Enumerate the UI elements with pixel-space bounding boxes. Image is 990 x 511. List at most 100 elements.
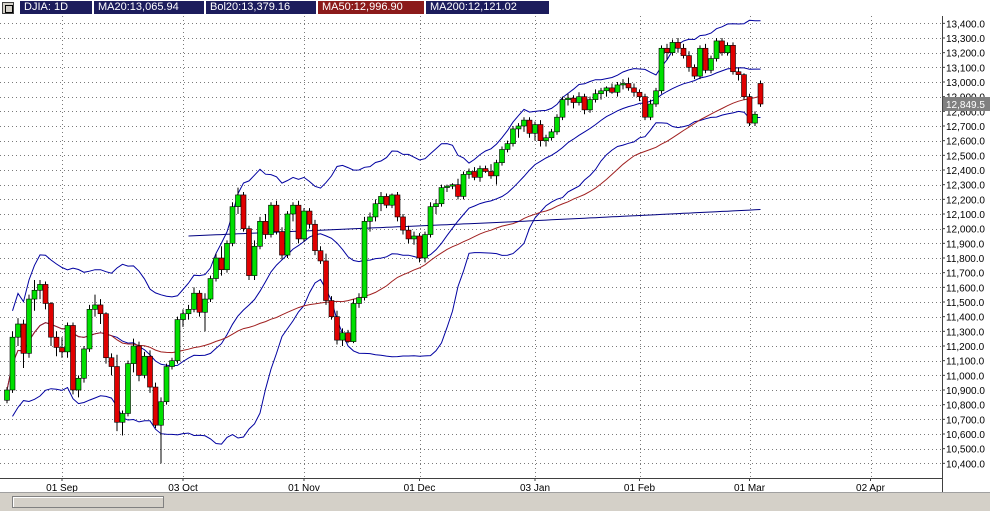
candle-body xyxy=(664,47,670,53)
legend-ma20[interactable]: MA20:13,065.94 xyxy=(94,1,204,14)
candle-body xyxy=(372,203,379,218)
candle-body xyxy=(702,47,709,71)
candle-body xyxy=(625,83,632,89)
candle-body xyxy=(257,221,263,247)
candle-body xyxy=(207,278,214,300)
candle-body xyxy=(543,137,549,141)
candle-body xyxy=(526,119,533,134)
x-tick-label: 01 Feb xyxy=(624,483,656,492)
y-tick-label: 13,300.0 xyxy=(946,34,985,45)
candle xyxy=(301,208,307,242)
horizontal-scrollbar[interactable] xyxy=(0,492,990,511)
y-tick-label: 10,600.0 xyxy=(946,430,985,441)
x-tick-label: 03 Oct xyxy=(168,483,198,492)
candle-body xyxy=(757,83,764,105)
candle-body xyxy=(174,319,181,361)
legend-ma50[interactable]: MA50:12,996.90 xyxy=(318,1,424,14)
candle xyxy=(499,146,505,166)
candle-body xyxy=(378,196,384,205)
candle-body xyxy=(493,162,500,177)
y-tick-label: 11,400.0 xyxy=(946,313,985,324)
candle xyxy=(708,55,714,74)
scrollbar-thumb[interactable] xyxy=(12,496,164,508)
candle-body xyxy=(752,113,758,124)
candle-body xyxy=(422,234,428,259)
candle xyxy=(642,93,648,121)
candle xyxy=(361,216,368,301)
candle-body xyxy=(554,116,560,133)
candle-body xyxy=(218,257,225,271)
candle-body xyxy=(103,313,109,359)
candle-body xyxy=(114,366,120,423)
candle-body xyxy=(152,386,159,426)
candle-body xyxy=(191,292,197,310)
legend-symbol[interactable]: DJIA: 1D xyxy=(20,1,92,14)
candle-body xyxy=(268,204,274,235)
candle-body xyxy=(559,99,566,118)
candle xyxy=(394,192,401,222)
candle-body xyxy=(97,304,104,315)
y-tick-label: 12,100.0 xyxy=(946,210,985,221)
candle-body xyxy=(724,45,731,53)
candle-body xyxy=(125,363,131,414)
candle-body xyxy=(158,401,164,426)
y-tick-label: 11,500.0 xyxy=(946,298,985,309)
price-chart[interactable]: 10,400.0 10,500.0 10,600.0 10,700.0 10,800.0… xyxy=(0,0,990,492)
candle-body xyxy=(394,194,401,218)
candle-body xyxy=(477,168,483,178)
candle-body xyxy=(697,47,703,77)
candle-body xyxy=(262,221,269,235)
candle xyxy=(422,231,428,263)
candle-body xyxy=(334,316,340,341)
candle xyxy=(312,219,318,256)
candle-body xyxy=(444,185,450,188)
candle xyxy=(746,93,753,126)
y-tick-label: 12,200.0 xyxy=(946,195,985,206)
candle-body xyxy=(675,42,681,49)
candle-body xyxy=(449,184,456,187)
candle xyxy=(174,316,181,364)
candle xyxy=(730,42,736,75)
legend-ma200[interactable]: MA200:12,121.02 xyxy=(426,1,549,14)
candle-body xyxy=(521,119,527,127)
candle xyxy=(147,350,153,393)
plot-area xyxy=(0,16,942,478)
candle-body xyxy=(576,96,582,103)
y-tick-label: 12,600.0 xyxy=(946,137,985,148)
candle-body xyxy=(31,289,38,300)
candle-body xyxy=(361,221,368,298)
y-tick-label: 12,400.0 xyxy=(946,166,985,177)
candle xyxy=(152,382,159,429)
y-tick-label: 12,000.0 xyxy=(946,225,985,236)
candle-body xyxy=(383,196,390,206)
y-tick-label: 11,900.0 xyxy=(946,239,985,250)
candle xyxy=(125,360,131,417)
candle xyxy=(658,45,665,94)
candle xyxy=(510,126,516,147)
candle-body xyxy=(416,235,423,259)
candle-body xyxy=(240,194,247,229)
candle-body xyxy=(455,184,461,197)
window-menu-icon[interactable] xyxy=(2,2,14,14)
candle xyxy=(653,87,659,107)
last-price-label: 12,849.5 xyxy=(946,100,985,111)
y-tick-label: 10,800.0 xyxy=(946,401,985,412)
legend-bol20[interactable]: Bol20:13,379.16 xyxy=(206,1,316,14)
y-tick-label: 11,200.0 xyxy=(946,342,985,353)
candle-body xyxy=(229,206,236,244)
candle-body xyxy=(37,284,43,291)
candle-body xyxy=(306,210,313,225)
candle-body xyxy=(163,366,170,403)
candle-body xyxy=(312,223,318,251)
candle xyxy=(229,202,236,247)
candle-body xyxy=(295,204,302,240)
candle xyxy=(268,202,274,238)
y-tick-label: 13,400.0 xyxy=(946,19,985,30)
y-tick-label: 10,700.0 xyxy=(946,415,985,426)
candle xyxy=(224,240,230,273)
x-tick-label: 01 Dec xyxy=(404,483,436,492)
candle-body xyxy=(405,229,412,240)
candle xyxy=(257,216,263,250)
candle-body xyxy=(185,309,192,315)
candle-body xyxy=(653,90,659,105)
